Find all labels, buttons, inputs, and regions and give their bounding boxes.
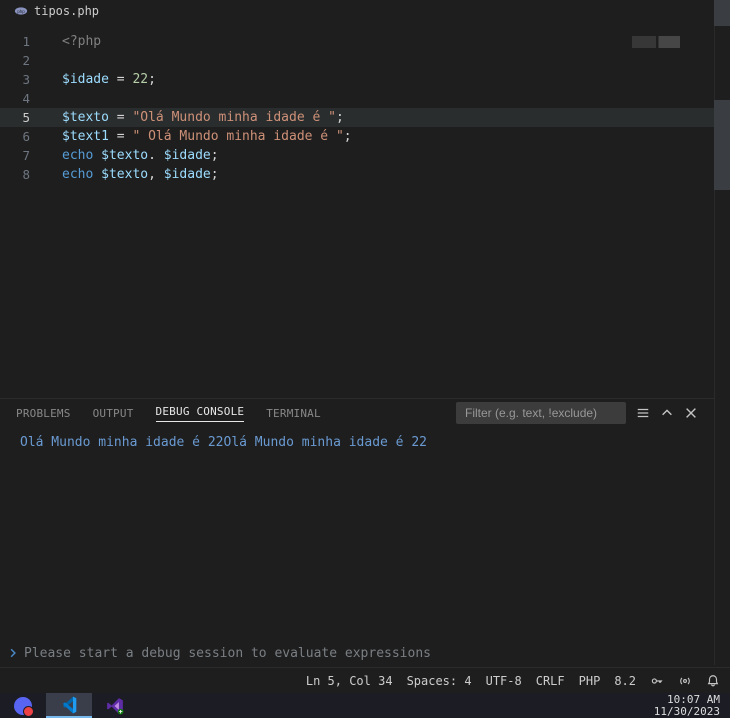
filter-input[interactable]: [456, 402, 626, 424]
key-icon[interactable]: [650, 674, 664, 688]
code-line[interactable]: 3$idade = 22;: [0, 70, 714, 89]
line-number: 1: [0, 32, 48, 51]
debug-output: Olá Mundo minha idade é 22Olá Mundo minh…: [0, 427, 714, 450]
vscode-icon: [60, 696, 78, 714]
line-number: 4: [0, 89, 48, 108]
visualstudio-icon: [106, 697, 124, 715]
code-line[interactable]: 5$texto = "Olá Mundo minha idade é ";: [0, 108, 714, 127]
php-icon: php: [14, 4, 28, 18]
code-text[interactable]: [48, 51, 62, 70]
line-number: 8: [0, 165, 48, 184]
tab-title[interactable]: tipos.php: [34, 4, 99, 18]
taskbar-clock[interactable]: 10:07 AM 11/30/2023: [644, 694, 730, 718]
code-text[interactable]: echo $texto, $idade;: [48, 165, 219, 184]
code-text[interactable]: $texto = "Olá Mundo minha idade é ";: [48, 108, 344, 127]
tree-collapse-icon[interactable]: [636, 406, 650, 420]
minimap[interactable]: [632, 36, 692, 48]
line-number: 2: [0, 51, 48, 70]
taskbar-vscode[interactable]: [46, 693, 92, 718]
scrollbar-thumb[interactable]: [714, 100, 730, 190]
panel-tabs: PROBLEMS OUTPUT DEBUG CONSOLE TERMINAL: [0, 399, 714, 427]
tab-problems[interactable]: PROBLEMS: [16, 407, 71, 420]
status-language[interactable]: PHP: [579, 674, 601, 688]
status-spaces[interactable]: Spaces: 4: [407, 674, 472, 688]
code-line[interactable]: 7echo $texto. $idade;: [0, 146, 714, 165]
code-line[interactable]: 6$text1 = " Olá Mundo minha idade é ";: [0, 127, 714, 146]
code-text[interactable]: <?php: [48, 32, 101, 51]
code-line[interactable]: 2: [0, 51, 714, 70]
windows-taskbar: 10:07 AM 11/30/2023: [0, 693, 730, 718]
line-number: 6: [0, 127, 48, 146]
chevron-up-icon[interactable]: [660, 406, 674, 420]
status-eol[interactable]: CRLF: [536, 674, 565, 688]
code-line[interactable]: 8echo $texto, $idade;: [0, 165, 714, 184]
code-text[interactable]: [48, 89, 62, 108]
bell-icon[interactable]: [706, 674, 720, 688]
tab-debug-console[interactable]: DEBUG CONSOLE: [156, 405, 245, 422]
taskbar-visualstudio[interactable]: [92, 693, 138, 718]
code-text[interactable]: $idade = 22;: [48, 70, 156, 89]
line-number: 3: [0, 70, 48, 89]
taskbar-discord[interactable]: [0, 693, 46, 718]
chevron-right-icon: [8, 648, 18, 658]
status-encoding[interactable]: UTF-8: [486, 674, 522, 688]
code-line[interactable]: 1<?php: [0, 32, 714, 51]
scrollbar-thumb[interactable]: [714, 0, 730, 26]
status-version[interactable]: 8.2: [614, 674, 636, 688]
line-number: 7: [0, 146, 48, 165]
bottom-panel: PROBLEMS OUTPUT DEBUG CONSOLE TERMINAL O…: [0, 398, 714, 665]
editor-area: php tipos.php 1<?php23$idade = 22;45$tex…: [0, 0, 714, 398]
repl-input[interactable]: [24, 646, 706, 661]
discord-icon: [14, 697, 32, 715]
taskbar-date: 11/30/2023: [654, 706, 720, 718]
broadcast-icon[interactable]: [678, 674, 692, 688]
code-text[interactable]: $text1 = " Olá Mundo minha idade é ";: [48, 127, 352, 146]
taskbar-time: 10:07 AM: [654, 694, 720, 706]
tab-terminal[interactable]: TERMINAL: [266, 407, 321, 420]
tab-bar: php tipos.php: [0, 0, 714, 22]
line-number: 5: [0, 108, 48, 127]
code-text[interactable]: echo $texto. $idade;: [48, 146, 219, 165]
code-area[interactable]: 1<?php23$idade = 22;45$texto = "Olá Mund…: [0, 22, 714, 184]
status-cursor[interactable]: Ln 5, Col 34: [306, 674, 393, 688]
tab-output[interactable]: OUTPUT: [93, 407, 134, 420]
scrollbar-track[interactable]: [714, 0, 730, 665]
svg-text:php: php: [17, 9, 25, 14]
status-bar: Ln 5, Col 34 Spaces: 4 UTF-8 CRLF PHP 8.…: [0, 667, 730, 693]
debug-repl: [0, 641, 714, 665]
code-line[interactable]: 4: [0, 89, 714, 108]
close-icon[interactable]: [684, 406, 698, 420]
